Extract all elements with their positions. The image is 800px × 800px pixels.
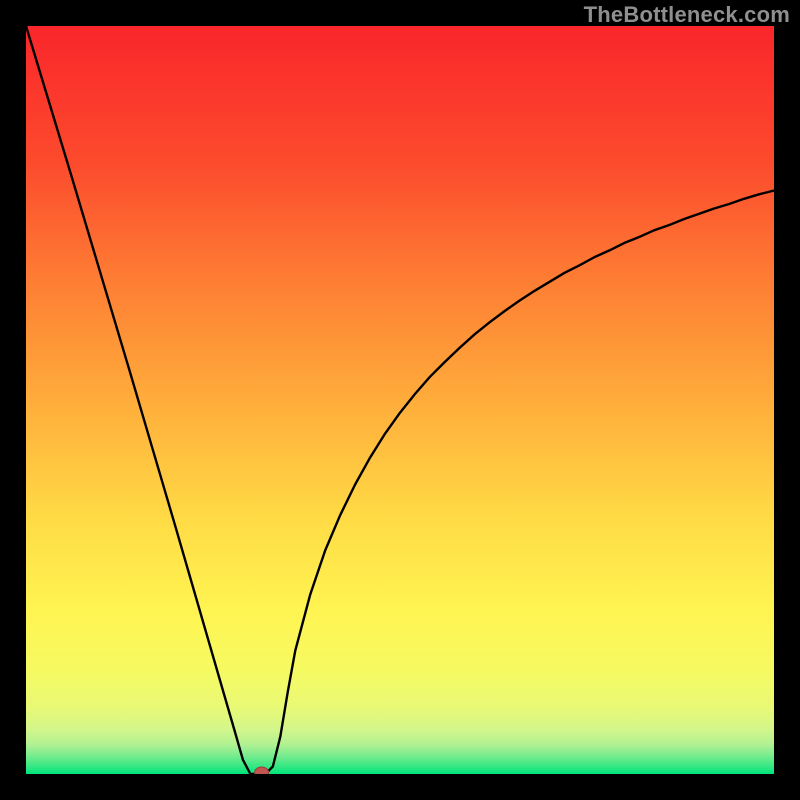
minimum-marker — [255, 767, 269, 774]
watermark-text: TheBottleneck.com — [584, 2, 790, 28]
chart-frame: TheBottleneck.com — [0, 0, 800, 800]
bottleneck-chart — [26, 26, 774, 774]
